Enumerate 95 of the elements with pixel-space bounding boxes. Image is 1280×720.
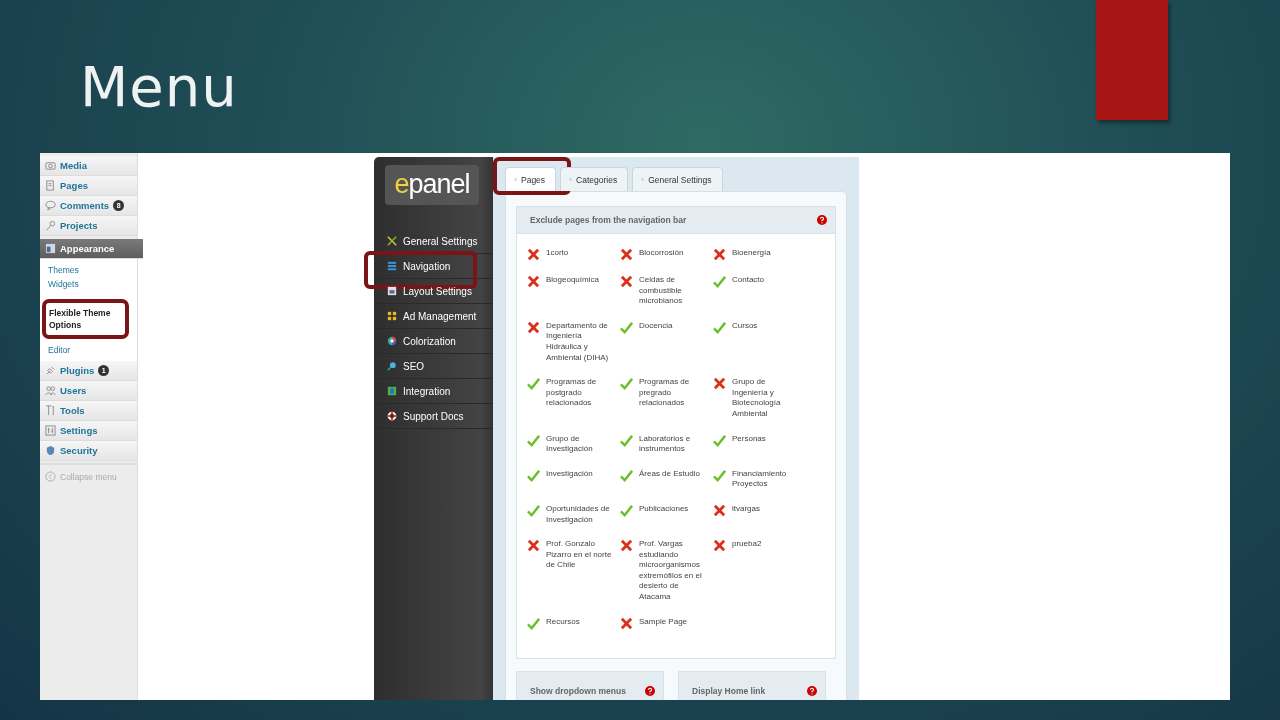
page-toggle[interactable]: Grupo de Investigación <box>527 433 620 455</box>
admin-menu-item[interactable]: Tools <box>40 401 137 421</box>
page-toggle[interactable]: Laboratorios e instrumentos <box>620 433 713 455</box>
search-icon <box>387 361 397 371</box>
cross-icon[interactable] <box>620 248 633 261</box>
grid-icon <box>387 311 397 321</box>
chevron-icon <box>569 177 573 182</box>
lifebuoy-icon <box>387 411 397 421</box>
page-toggle[interactable]: Programas de postgrado relacionados <box>527 377 620 420</box>
chevron-icon <box>641 177 645 182</box>
cross-icon[interactable] <box>620 539 633 553</box>
page-toggle[interactable]: Oportunidades de Investigación <box>527 503 620 526</box>
checkmark-icon[interactable] <box>713 433 726 447</box>
cross-icon[interactable] <box>713 503 726 517</box>
page-toggle[interactable]: Recursos <box>527 616 620 630</box>
pin-icon <box>45 220 56 231</box>
checkmark-icon[interactable] <box>527 433 540 447</box>
cross-icon[interactable] <box>527 248 540 261</box>
page-toggle[interactable]: Bioenergía <box>713 248 806 261</box>
checkmark-icon[interactable] <box>620 468 633 482</box>
checkmark-icon[interactable] <box>527 503 540 517</box>
box-title: Exclude pages from the navigation bar <box>530 215 687 225</box>
help-icon[interactable] <box>645 685 655 696</box>
page-toggle[interactable]: Docencia <box>620 320 713 364</box>
tab[interactable]: Pages <box>505 167 557 191</box>
help-icon[interactable] <box>807 685 817 696</box>
crossed-tools-icon <box>387 236 397 246</box>
page-toggle[interactable]: Publicaciones <box>620 503 713 526</box>
chevron-icon <box>514 177 517 182</box>
cross-icon[interactable] <box>527 320 540 334</box>
page-toggle[interactable]: Biogeoquímica <box>527 275 620 307</box>
page-toggle[interactable]: Áreas de Estudio <box>620 468 713 490</box>
page-toggle[interactable]: Departamento de Ingeniería Hidráulica y Ambiental (DIHA) <box>527 320 620 364</box>
checkmark-icon[interactable] <box>620 320 633 334</box>
logo: epanel <box>385 165 479 205</box>
box-title: Display Home link <box>692 685 766 696</box>
tab[interactable]: General Settings <box>632 167 723 191</box>
cross-icon[interactable] <box>713 539 726 553</box>
page-toggle[interactable]: Grupo de Ingeniería y Biotecnología Ambiental <box>713 377 806 420</box>
page-toggle[interactable]: 1corto <box>527 248 620 261</box>
cross-icon[interactable] <box>620 275 633 288</box>
tab[interactable]: Categories <box>560 167 629 191</box>
admin-menu-item[interactable]: Users <box>40 381 137 401</box>
page-toggle[interactable]: itvargas <box>713 503 806 526</box>
checkmark-icon[interactable] <box>527 616 540 630</box>
page-toggle[interactable]: Celdas de combustible microbianos <box>620 275 713 307</box>
box-title: Show dropdown menus <box>530 685 626 696</box>
checkmark-icon[interactable] <box>713 320 726 334</box>
page-toggle[interactable]: prueba2 <box>713 539 806 603</box>
shield-icon <box>45 445 56 456</box>
submenu-item[interactable]: Widgets <box>48 277 137 291</box>
layout-icon <box>387 286 397 296</box>
admin-menu-item[interactable]: Projects <box>40 216 137 236</box>
page-toggle[interactable]: Sample Page <box>620 616 713 630</box>
tools-icon <box>45 405 56 416</box>
checkmark-icon[interactable] <box>527 377 540 391</box>
page-toggle[interactable]: Biocorrosión <box>620 248 713 261</box>
people-icon <box>45 385 56 396</box>
camera-icon <box>45 160 56 171</box>
page-toggle[interactable]: Prof. Vargas estudiando microorganismos extremófilos en el desierto de Atacama <box>620 539 713 603</box>
page-toggle[interactable]: Prof. Gonzalo Pizarro en el norte de Chile <box>527 539 620 603</box>
admin-menu-item[interactable]: Settings <box>40 421 137 441</box>
color-wheel-icon <box>387 336 397 346</box>
help-icon[interactable] <box>817 215 827 225</box>
checkmark-icon[interactable] <box>713 468 726 482</box>
page-toggle[interactable]: Cursos <box>713 320 806 364</box>
slide-title: Menu <box>80 53 238 121</box>
admin-menu-item[interactable]: Appearance <box>40 239 143 259</box>
cross-icon[interactable] <box>713 377 726 391</box>
checkmark-icon[interactable] <box>620 433 633 447</box>
admin-menu-item[interactable]: Pages <box>40 176 137 196</box>
checkmark-icon[interactable] <box>527 468 540 482</box>
cross-icon[interactable] <box>527 539 540 553</box>
admin-menu-item[interactable]: Media <box>40 156 137 176</box>
list-icon <box>387 261 397 271</box>
window-icon <box>45 243 56 254</box>
collapse-icon <box>45 471 56 482</box>
page-toggle[interactable]: Financiamiento Proyectos <box>713 468 806 490</box>
cross-icon[interactable] <box>620 616 633 630</box>
page-toggle[interactable]: Investigación <box>527 468 620 490</box>
page-toggle[interactable]: Personas <box>713 433 806 455</box>
submenu-item[interactable]: Editor <box>48 343 137 357</box>
checkmark-icon[interactable] <box>713 275 726 288</box>
cross-icon[interactable] <box>527 275 540 288</box>
checkmark-icon[interactable] <box>620 377 633 391</box>
page-toggle[interactable]: Contacto <box>713 275 806 307</box>
highlight-callout[interactable]: Flexible Theme Options <box>42 299 129 339</box>
submenu-item[interactable]: Themes <box>48 263 137 277</box>
sliders-icon <box>45 425 56 436</box>
speech-bubble-icon <box>45 200 56 211</box>
checkmark-icon[interactable] <box>620 503 633 517</box>
page-icon <box>45 180 56 191</box>
cross-icon[interactable] <box>713 248 726 261</box>
page-toggle[interactable]: Programas de pregrado relacionados <box>620 377 713 420</box>
admin-menu-item[interactable]: Security <box>40 441 137 461</box>
